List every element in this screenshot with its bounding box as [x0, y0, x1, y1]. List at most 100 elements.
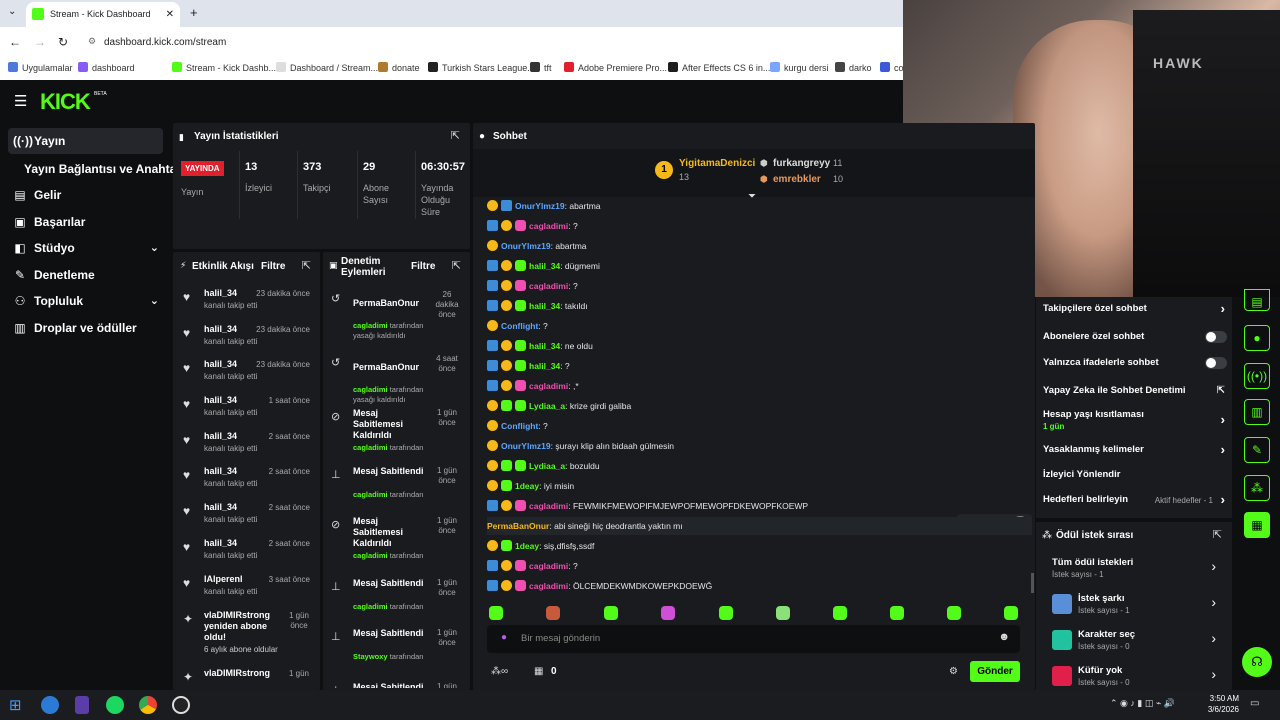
browser-tab-active[interactable]: Stream - Kick Dashboard ✕ [26, 2, 180, 27]
chat-message[interactable]: cagladimi: ? [487, 277, 578, 295]
nav-item-0[interactable]: ((·)) Yayın [8, 128, 163, 154]
chat-scrollbar[interactable] [1031, 573, 1034, 593]
activity-row[interactable]: ✦ vlaDIMIRstrong yeniden abone oldu! 6 ayl… [173, 608, 318, 664]
chat-message[interactable]: halil_34: ne oldu [487, 337, 593, 355]
chevron-down-icon[interactable]: ⌄ [150, 288, 159, 314]
gifter-3-name[interactable]: emrebkler [773, 174, 821, 185]
emote-icon[interactable] [719, 606, 733, 620]
taskbar-app-1-icon[interactable] [41, 696, 59, 714]
external-link-icon[interactable]: ⇱ [1217, 384, 1225, 398]
tab-list-chevron-icon[interactable]: ⌄ [8, 6, 16, 17]
chat-setting-1[interactable]: Abonelere özel sohbet [1043, 330, 1227, 344]
chevron-right-icon[interactable]: › [1221, 302, 1225, 316]
activity-row[interactable]: ♥ halil_34 kanalı takip etti 2 saat önce [173, 500, 318, 536]
chat-username[interactable]: cagladimi [529, 561, 568, 571]
menu-icon[interactable]: ☰ [14, 92, 27, 110]
chat-message[interactable]: halil_34: takıldı [487, 297, 588, 315]
activity-row[interactable]: ♥ halil_34 kanalı takip etti 1 saat önce [173, 393, 318, 429]
bookmark-item[interactable]: darko [835, 62, 872, 73]
emote-icon[interactable] [604, 606, 618, 620]
bookmark-item[interactable]: tft [530, 62, 552, 73]
taskbar-app-2-icon[interactable] [75, 696, 89, 714]
support-icon[interactable]: ☊ [1242, 647, 1272, 677]
chat-message[interactable]: cagladimi: ? [487, 557, 578, 575]
bookmark-item[interactable]: Dashboard / Stream... [276, 62, 378, 73]
new-tab-icon[interactable]: + [190, 5, 198, 20]
chrome-icon[interactable] [139, 696, 157, 714]
url-field[interactable]: dashboard.kick.com/stream [104, 37, 226, 48]
reload-icon[interactable]: ↻ [58, 35, 68, 49]
moderation-by-user[interactable]: cagladimi [353, 443, 388, 452]
moderation-by-user[interactable]: cagladimi [353, 321, 388, 330]
emote-icon[interactable] [661, 606, 675, 620]
reward-item[interactable]: İstek şarkı İstek sayısı - 1 › [1036, 592, 1232, 624]
nav-item-6[interactable]: ⚇ Topluluk ⌄ [8, 288, 163, 314]
moderation-row[interactable]: ↺ PermaBanOnur 26 dakika önce cagladimi tar… [323, 290, 463, 340]
emote-icon[interactable] [546, 606, 560, 620]
chat-username[interactable]: cagladimi [529, 381, 568, 391]
chat-message[interactable]: Conflight: ? [487, 317, 548, 335]
chat-username[interactable]: halil_34 [529, 301, 560, 311]
rail-wrench-icon[interactable]: ✎ [1244, 437, 1270, 463]
chat-username[interactable]: halil_34 [529, 261, 560, 271]
chat-setting-6[interactable]: İzleyici Yönlendir [1043, 468, 1227, 482]
moderation-row[interactable]: ⊘ Mesaj Sabitlemesi Kaldırıldı 1 gün önce c… [323, 516, 463, 566]
moderation-popout-icon[interactable]: ⇱ [452, 259, 461, 272]
emote-icon[interactable] [947, 606, 961, 620]
bookmark-item[interactable]: Stream - Kick Dashb... [172, 62, 276, 73]
points-icon[interactable]: ⁂∞ [491, 666, 508, 677]
chat-message[interactable]: cagladimi: ,* [487, 377, 579, 395]
nav-item-1[interactable]: Yayın Bağlantısı ve Anahtarı [8, 156, 184, 182]
reward-item[interactable]: Tüm ödül istekleri İstek sayısı - 1 › [1036, 556, 1232, 588]
chevron-right-icon[interactable]: › [1211, 666, 1216, 682]
notification-icon[interactable]: ▭ [1250, 698, 1259, 709]
nav-item-3[interactable]: ▣ Başarılar [8, 209, 163, 235]
activity-row[interactable]: ♥ halil_34 kanalı takip etti 23 dakika önce [173, 357, 318, 393]
chat-username[interactable]: cagladimi [529, 281, 568, 291]
rail-clapper-icon[interactable]: ▦ [1244, 512, 1270, 538]
chevron-right-icon[interactable]: › [1211, 594, 1216, 610]
emote-icon[interactable] [890, 606, 904, 620]
activity-popout-icon[interactable]: ⇱ [302, 259, 311, 272]
chat-message[interactable]: cagladimi: ÖLCEMDEKWMDKOWEPKDOEWĞ [487, 577, 712, 595]
chat-username[interactable]: Lydiaa_a [529, 401, 565, 411]
bookmark-item[interactable]: Turkish Stars League... [428, 62, 535, 73]
nav-item-5[interactable]: ✎ Denetleme [8, 262, 163, 288]
bookmark-item[interactable]: co [880, 62, 904, 73]
chat-message[interactable]: OnurYlmz19: şurayı klip alın bidaah gülm… [487, 437, 674, 455]
chat-message[interactable]: 1deay: iyi misin [487, 477, 574, 495]
bookmark-item[interactable]: kurgu dersi [770, 62, 829, 73]
activity-row[interactable]: ♥ halil_34 kanalı takip etti 2 saat önce [173, 429, 318, 465]
bookmark-item[interactable]: Uygulamalar [8, 62, 73, 73]
activity-row[interactable]: ♥ lAlperenl kanalı takip etti 3 saat önce [173, 572, 318, 608]
emote-icon[interactable] [776, 606, 790, 620]
moderation-row[interactable]: ⊘ Mesaj Sabitlemesi Kaldırıldı 1 gün önce c… [323, 408, 463, 458]
gifter-2-name[interactable]: furkangreyy [773, 158, 830, 169]
nav-item-2[interactable]: ▤ Gelir [8, 182, 163, 208]
rail-notes-icon[interactable]: ▤ [1244, 289, 1270, 311]
chat-message[interactable]: cagladimi: FEWMIKFMEWOPIFMJEWPOFMEWOPFDK… [487, 497, 808, 515]
activity-row[interactable]: ♥ halil_34 kanalı takip etti 2 saat önce [173, 536, 318, 572]
moderation-row[interactable]: ⊥ Mesaj Sabitlendi 1 gün önce cagladimi tar… [323, 578, 463, 628]
chat-message[interactable]: cagladimi: ? [487, 217, 578, 235]
moderation-row[interactable]: ⊥ Mesaj Sabitlendi 1 gün önce [323, 682, 463, 688]
tab-close-icon[interactable]: ✕ [166, 2, 174, 27]
activity-row[interactable]: ✦ vlaDIMIRstrong 1 gün [173, 666, 318, 690]
chat-username[interactable]: Conflight [501, 321, 538, 331]
toggle-switch[interactable] [1205, 331, 1227, 343]
chat-username[interactable]: halil_34 [529, 341, 560, 351]
bookmark-item[interactable]: Adobe Premiere Pro... [564, 62, 667, 73]
rail-points-icon[interactable]: ⁂ [1244, 475, 1270, 501]
rail-chat-icon[interactable]: ● [1244, 325, 1270, 351]
activity-row[interactable]: ♥ halil_34 kanalı takip etti 2 saat önce [173, 464, 318, 500]
chat-username[interactable]: 1deay [515, 541, 539, 551]
moderation-by-user[interactable]: cagladimi [353, 602, 388, 611]
chat-username[interactable]: OnurYlmz19 [501, 441, 551, 451]
chat-username[interactable]: halil_34 [529, 361, 560, 371]
moderation-by-user[interactable]: cagladimi [353, 385, 388, 394]
bookmark-item[interactable]: dashboard [78, 62, 135, 73]
rail-broadcast-icon[interactable]: ((•)) [1244, 363, 1270, 389]
kick-logo[interactable]: KICK [40, 89, 91, 115]
chat-message[interactable]: OnurYlmz19: abartma [487, 237, 587, 255]
chat-username[interactable]: Conflight [501, 421, 538, 431]
